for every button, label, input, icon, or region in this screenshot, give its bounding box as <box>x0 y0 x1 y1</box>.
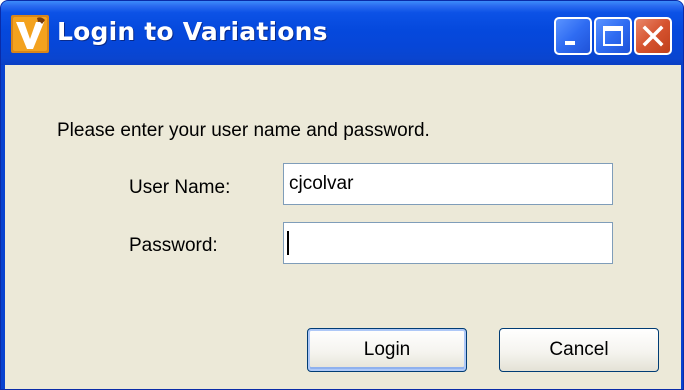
login-dialog-window: Login to Variations Please enter your us… <box>0 0 684 390</box>
variations-logo-icon <box>11 15 49 53</box>
minimize-button[interactable] <box>554 17 592 55</box>
password-label: Password: <box>129 235 218 256</box>
username-input[interactable] <box>283 163 613 205</box>
close-button[interactable] <box>634 17 672 55</box>
instructions-text: Please enter your user name and password… <box>57 120 430 141</box>
password-input[interactable] <box>283 222 613 264</box>
cancel-button[interactable]: Cancel <box>499 328 659 372</box>
text-cursor <box>287 231 289 255</box>
maximize-button[interactable] <box>594 17 632 55</box>
username-label: User Name: <box>129 177 231 198</box>
window-title: Login to Variations <box>57 17 328 46</box>
login-button[interactable]: Login <box>307 328 467 372</box>
dialog-body: Please enter your user name and password… <box>5 65 681 389</box>
title-bar[interactable]: Login to Variations <box>1 1 683 65</box>
